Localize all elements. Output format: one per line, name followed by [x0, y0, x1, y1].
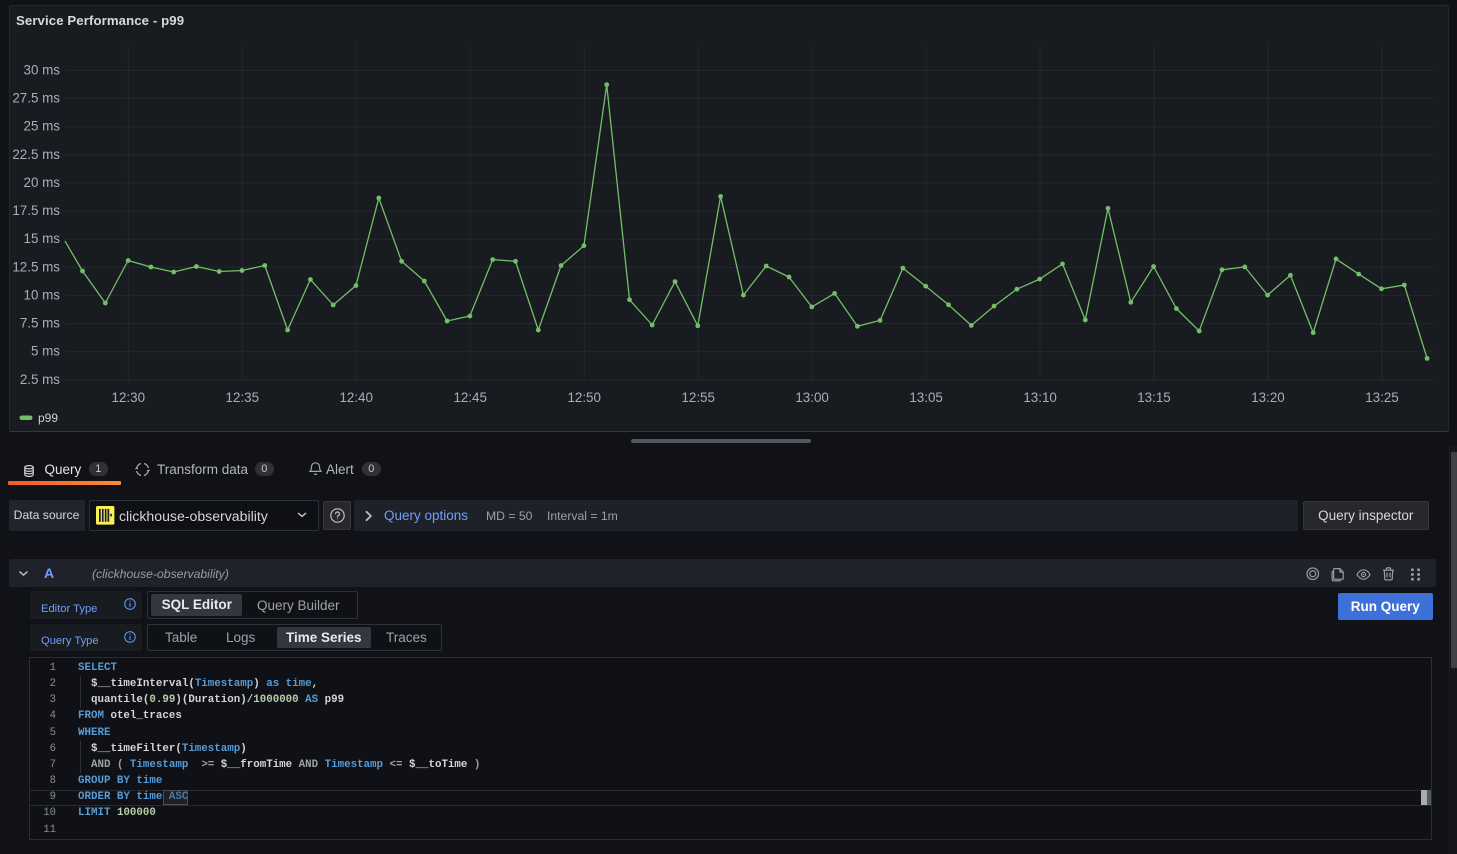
svg-text:12:30: 12:30: [112, 390, 146, 405]
svg-text:10 ms: 10 ms: [24, 287, 61, 302]
svg-text:13:15: 13:15: [1137, 390, 1171, 405]
svg-text:13:20: 13:20: [1251, 390, 1285, 405]
svg-text:27.5 ms: 27.5 ms: [12, 91, 60, 106]
svg-text:17.5 ms: 17.5 ms: [12, 203, 60, 218]
svg-text:25 ms: 25 ms: [24, 119, 61, 134]
svg-text:2.5 ms: 2.5 ms: [20, 372, 60, 387]
svg-text:22.5 ms: 22.5 ms: [12, 147, 60, 162]
svg-text:12:55: 12:55: [681, 390, 715, 405]
svg-text:12:35: 12:35: [226, 390, 260, 405]
svg-text:13:10: 13:10: [1023, 390, 1057, 405]
svg-text:5 ms: 5 ms: [31, 344, 60, 359]
svg-text:30 ms: 30 ms: [24, 62, 61, 77]
svg-text:15 ms: 15 ms: [24, 231, 61, 246]
svg-text:13:00: 13:00: [795, 390, 829, 405]
svg-text:12:40: 12:40: [339, 390, 373, 405]
svg-text:7.5 ms: 7.5 ms: [20, 316, 60, 331]
svg-text:13:25: 13:25: [1365, 390, 1399, 405]
svg-text:12:50: 12:50: [567, 390, 601, 405]
svg-text:20 ms: 20 ms: [24, 175, 61, 190]
svg-text:p99: p99: [38, 411, 58, 425]
svg-text:12:45: 12:45: [453, 390, 487, 405]
svg-text:12.5 ms: 12.5 ms: [12, 259, 60, 274]
svg-text:13:05: 13:05: [909, 390, 943, 405]
